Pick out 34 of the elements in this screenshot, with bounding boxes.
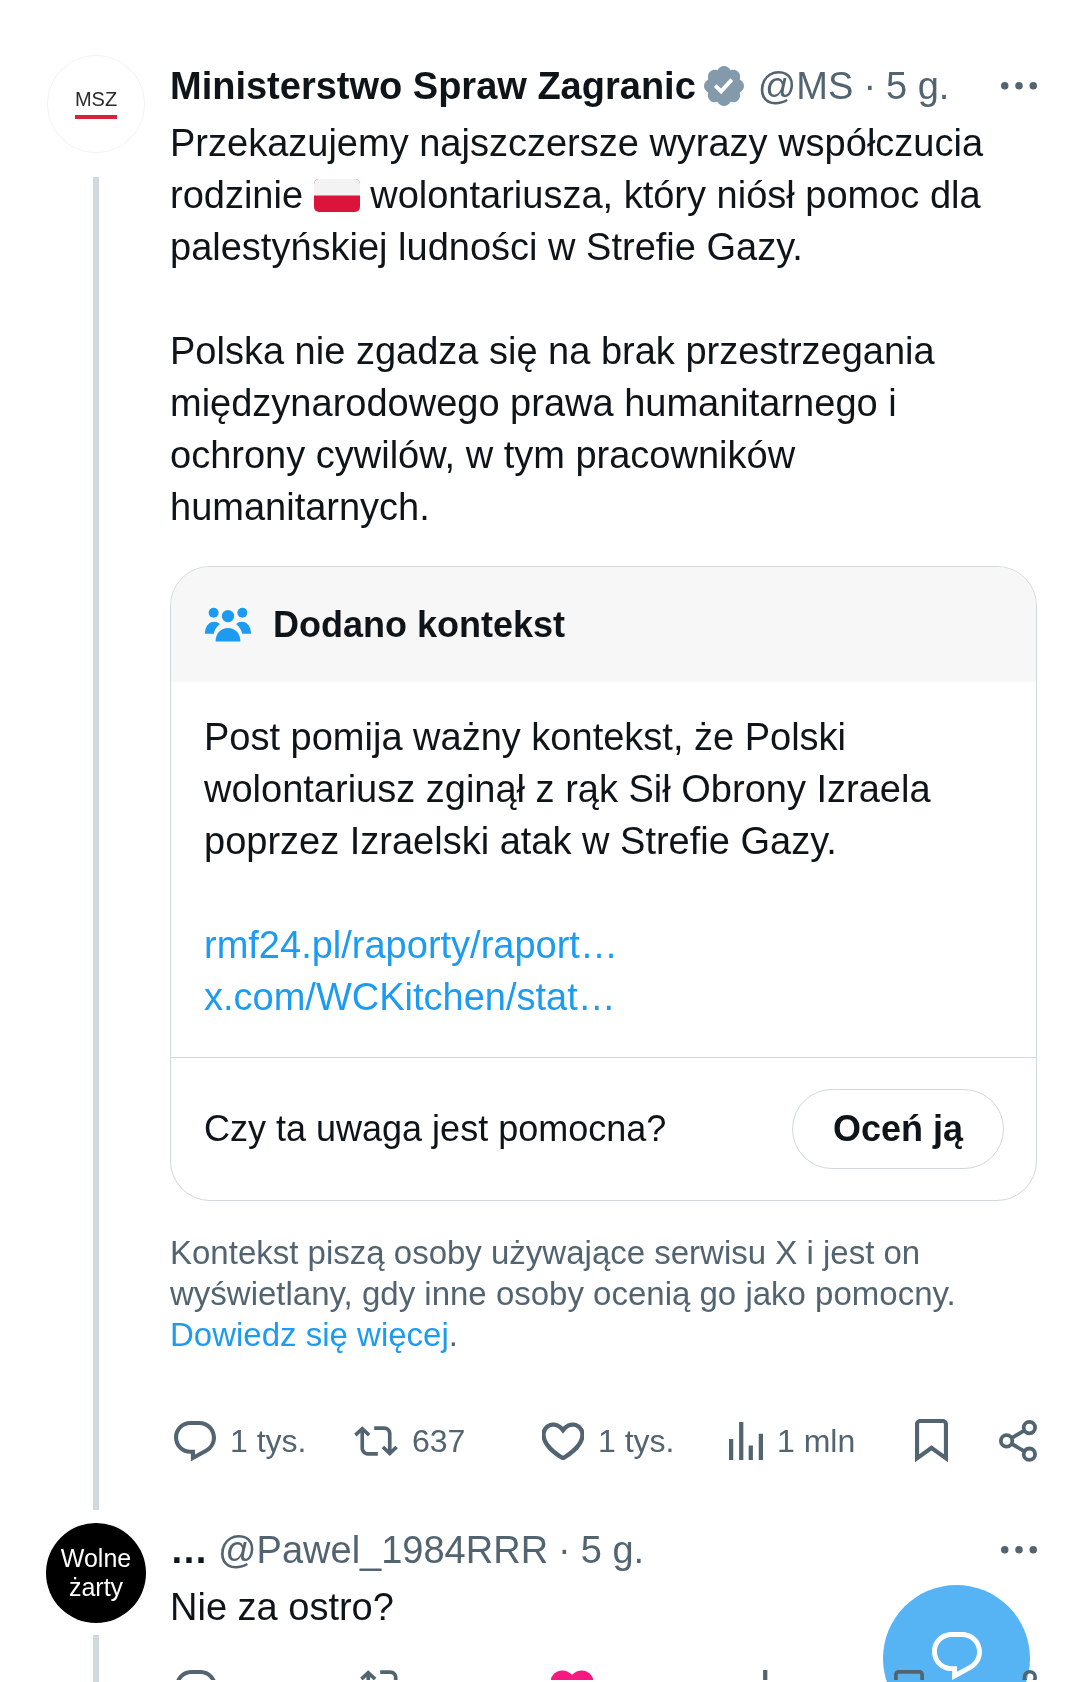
author-name[interactable]: … (170, 1528, 208, 1572)
avatar[interactable]: MSZ (48, 56, 144, 152)
speech-bubble-icon[interactable] (175, 1670, 217, 1680)
bookmark-icon[interactable] (894, 1670, 924, 1680)
share-icon[interactable] (999, 1420, 1037, 1462)
more-icon[interactable] (1001, 82, 1037, 90)
note-text: Post pomija ważny kontekst, że Polski wolontariusz zginął z rąk Sił Obrony Izraela poprzez Izraelski atak w Strefie Gazy. (204, 715, 932, 864)
post-text: Przekazujemy najszczersze wyrazy współczucia rodzinie wolontariusza, który niósł pomoc dla palestyńskiej ludności w Strefie Gazy. (170, 121, 985, 270)
reply-text: Nie za ostro? (170, 1585, 395, 1630)
flag-icon (313, 179, 360, 212)
speech-bubble-icon (931, 1632, 982, 1681)
avatar[interactable]: Wolne żarty (46, 1523, 146, 1623)
avatar-text: Wolne żarty (59, 1544, 133, 1602)
post-time: 5 g. (886, 64, 950, 108)
meta-separator: · (863, 64, 877, 108)
more-icon[interactable] (1001, 1546, 1037, 1554)
people-icon (205, 607, 251, 642)
views-button[interactable]: 1 mln (729, 1421, 856, 1461)
logo-text: MSZ (74, 89, 118, 119)
author-handle[interactable]: @Pawel_1984RRR (218, 1528, 549, 1572)
bookmark-icon[interactable] (915, 1419, 948, 1463)
post-text: Polska nie zgadza się na brak przestrzegania międzynarodowego prawa humanitarnego i ochrony cywilów, w tym pracowników humanitarnych. (170, 329, 936, 530)
reply-button[interactable]: 1 tys. (174, 1420, 307, 1462)
post-time: 5 g. (580, 1528, 645, 1572)
note-disclaimer: Kontekst piszą osoby używające serwisu X i jest on wyświetlany, gdy inne osoby ocenią go jako pomocny. Dowiedz się więcej. (170, 1233, 957, 1355)
note-title: Dodano kontekst (273, 603, 566, 646)
repost-button[interactable]: 637 (354, 1421, 466, 1461)
heart-icon[interactable] (551, 1670, 593, 1680)
note-question: Czy ta uwaga jest pomocna? (204, 1108, 667, 1150)
like-button[interactable]: 1 tys. (542, 1421, 675, 1461)
author-name[interactable]: Ministerstwo Spraw Zagranic (170, 64, 696, 108)
author-handle[interactable]: @MS (757, 64, 854, 108)
meta-separator: · (558, 1528, 571, 1572)
rate-button[interactable]: Oceń ją (791, 1089, 1004, 1169)
